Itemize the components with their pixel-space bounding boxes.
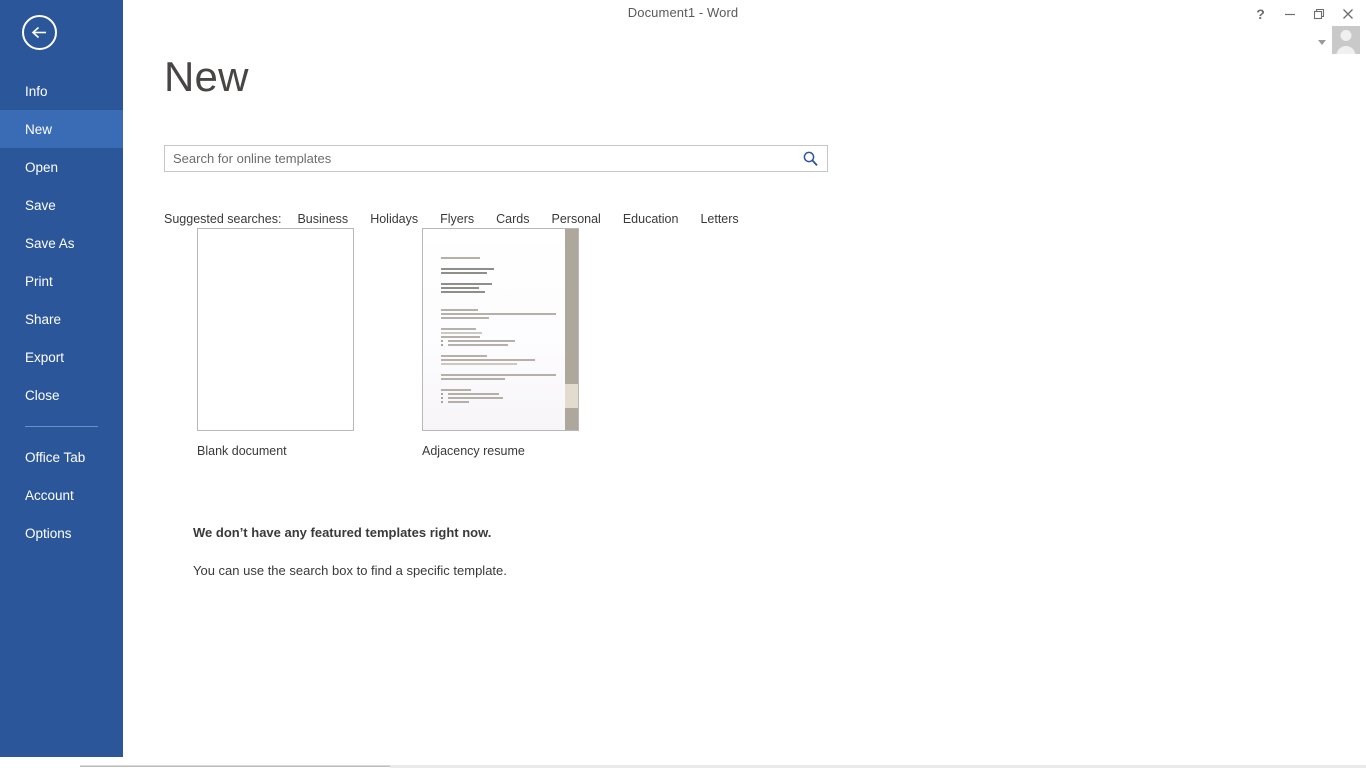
help-button[interactable]: ? xyxy=(1246,3,1275,25)
template-label: Blank document xyxy=(197,444,354,458)
suggested-searches: Suggested searches: Business Holidays Fl… xyxy=(164,212,761,226)
minimize-button[interactable] xyxy=(1275,3,1304,25)
sidebar-item-options[interactable]: Options xyxy=(0,514,123,552)
template-label: Adjacency resume xyxy=(422,444,579,458)
sidebar-item-save[interactable]: Save xyxy=(0,186,123,224)
sidebar-item-share[interactable]: Share xyxy=(0,300,123,338)
close-button[interactable] xyxy=(1333,3,1362,25)
suggested-link-business[interactable]: Business xyxy=(297,212,348,226)
search-input[interactable] xyxy=(165,146,793,171)
empty-state-title: We don’t have any featured templates rig… xyxy=(193,525,507,540)
avatar-body-icon xyxy=(1337,46,1356,54)
suggested-link-personal[interactable]: Personal xyxy=(552,212,601,226)
sidebar-item-info[interactable]: Info xyxy=(0,72,123,110)
template-thumbnail-blank[interactable] xyxy=(197,228,354,431)
sidebar-item-close[interactable]: Close xyxy=(0,376,123,414)
suggested-searches-label: Suggested searches: xyxy=(164,212,281,226)
word-backstage-new-screen: Document1 - Word ? xyxy=(0,0,1366,768)
sidebar-item-open[interactable]: Open xyxy=(0,148,123,186)
suggested-link-education[interactable]: Education xyxy=(623,212,679,226)
resume-accent-band xyxy=(565,384,578,408)
suggested-link-flyers[interactable]: Flyers xyxy=(440,212,474,226)
avatar-head-icon xyxy=(1341,30,1352,41)
avatar[interactable] xyxy=(1332,26,1360,54)
sidebar-item-save-as[interactable]: Save As xyxy=(0,224,123,262)
account-row[interactable] xyxy=(1318,26,1360,54)
backstage-sidebar: Info New Open Save Save As Print Share E… xyxy=(0,0,123,757)
suggested-link-letters[interactable]: Letters xyxy=(700,212,738,226)
page-title: New xyxy=(164,56,249,98)
template-blank-document[interactable]: Blank document xyxy=(197,228,354,458)
bottom-edge-strip xyxy=(0,757,1366,768)
restore-button[interactable] xyxy=(1304,3,1333,25)
template-adjacency-resume[interactable]: Adjacency resume xyxy=(422,228,579,458)
window-title: Document1 - Word xyxy=(0,5,1366,20)
empty-state-message: We don’t have any featured templates rig… xyxy=(193,525,507,578)
sidebar-item-print[interactable]: Print xyxy=(0,262,123,300)
search-button[interactable] xyxy=(793,146,827,171)
main-content: New Suggested searches: Business Holiday… xyxy=(123,28,1366,768)
chevron-down-icon[interactable] xyxy=(1318,40,1326,45)
window-controls: ? xyxy=(1246,0,1362,28)
sidebar-item-account[interactable]: Account xyxy=(0,476,123,514)
sidebar-item-export[interactable]: Export xyxy=(0,338,123,376)
search-icon xyxy=(802,150,819,167)
sidebar-divider xyxy=(25,426,98,427)
backstage-nav: Info New Open Save Save As Print Share E… xyxy=(0,72,123,552)
template-gallery: Blank document xyxy=(197,228,579,458)
title-bar: Document1 - Word ? xyxy=(0,0,1366,28)
resume-preview xyxy=(423,229,578,430)
resume-text-lines xyxy=(441,257,556,405)
empty-state-subtitle: You can use the search box to find a spe… xyxy=(193,563,507,578)
sidebar-item-new[interactable]: New xyxy=(0,110,123,148)
template-thumbnail-resume[interactable] xyxy=(422,228,579,431)
suggested-link-cards[interactable]: Cards xyxy=(496,212,529,226)
search-box[interactable] xyxy=(164,145,828,172)
suggested-link-holidays[interactable]: Holidays xyxy=(370,212,418,226)
sidebar-item-office-tab[interactable]: Office Tab xyxy=(0,438,123,476)
